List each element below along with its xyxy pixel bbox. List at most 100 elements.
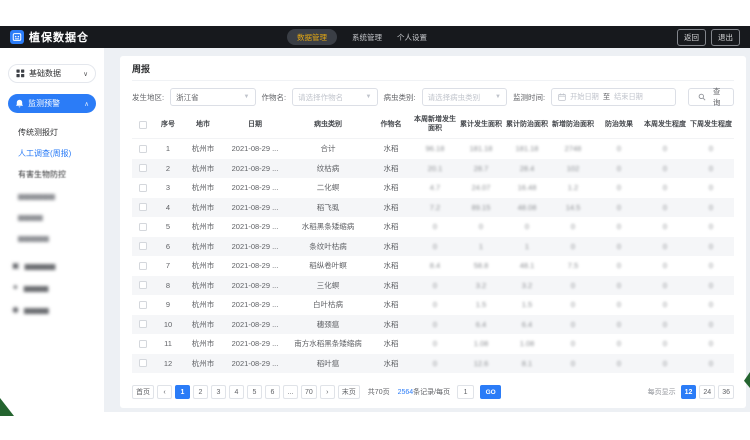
row-checkbox[interactable] [139,281,147,289]
row-checkbox-cell [132,354,154,372]
row-checkbox[interactable] [139,223,147,231]
value-cell: 0 [412,222,458,231]
page-title: 周报 [132,62,150,75]
search-button-label: 查询 [709,86,724,108]
sidebar-footer-item[interactable]: ✦▅▅▅▅ [0,276,104,298]
value-cell: 0 [550,242,596,251]
value-cell: 0 [596,242,642,251]
table-row: 8杭州市2021-08-29 ...三化螟水稻03.23.20000 [132,276,734,296]
sidebar-item[interactable]: ▅▅▅▅ [0,206,104,227]
first-page-button[interactable]: 首页 [132,385,154,399]
crop-filter-label: 作物名: [262,92,287,103]
goto-page-input[interactable] [457,385,474,399]
row-checkbox[interactable] [139,203,147,211]
page-size-button-36[interactable]: 36 [718,385,734,399]
go-button[interactable]: GO [480,385,501,399]
back-button[interactable]: 返回 [677,29,706,46]
sidebar-group-label: 监测预警 [28,98,60,109]
row-checkbox[interactable] [139,184,147,192]
sidebar-item[interactable]: ▅▅▅▅▅▅ [0,185,104,206]
city-cell: 杭州市 [182,319,224,330]
sidebar-item[interactable]: 传统测报灯 [0,122,104,143]
pest-select[interactable]: 请选择病虫类别 ▼ [422,88,507,106]
top-nav: 数据管理 系统管理 个人设置 [287,26,427,48]
next-page-button[interactable]: › [320,385,335,399]
row-checkbox[interactable] [139,242,147,250]
crop-cell: 水稻 [370,202,412,213]
crop-select[interactable]: 请选择作物名 ▼ [292,88,377,106]
records-suffix: 条记录/每页 [413,389,450,396]
row-checkbox[interactable] [139,320,147,328]
value-cell: 0 [596,183,642,192]
sidebar-group-monitoring-warning[interactable]: 监测预警 ∧ [8,94,96,113]
app-logo-icon [10,30,24,44]
logout-button[interactable]: 退出 [711,29,740,46]
page-button-3[interactable]: 3 [211,385,226,399]
value-cell: 0 [688,144,734,153]
row-checkbox[interactable] [139,301,147,309]
value-cell: 2748 [550,144,596,153]
page-button-1[interactable]: 1 [175,385,190,399]
region-select[interactable]: 浙江省 ▼ [170,88,255,106]
row-checkbox[interactable] [139,340,147,348]
select-all-checkbox[interactable] [139,121,147,129]
value-cell: 0 [642,242,688,251]
page-number-buttons: 123456 [175,385,280,399]
sidebar-footer-item[interactable]: ▣▅▅▅▅▅ [0,254,104,276]
row-checkbox[interactable] [139,359,147,367]
monitor-icon: ▣ [12,261,20,270]
nav-item-link[interactable]: 个人设置 [397,32,427,43]
row-checkbox[interactable] [139,262,147,270]
date-cell: 2021-08-29 ... [224,281,286,290]
row-checkbox[interactable] [139,164,147,172]
date-cell: 2021-08-29 ... [224,183,286,192]
table-header-row: 序号地市日期病虫类别作物名本周新增发生面积累计发生面积累计防治面积新增防治面积防… [132,112,734,139]
pest-name-cell: 三化螟 [286,280,370,291]
prev-page-button[interactable]: ‹ [157,385,172,399]
value-cell: 1.2 [550,183,596,192]
value-cell: 28.7 [458,164,504,173]
sidebar-item[interactable]: ▅▅▅▅▅ [0,227,104,248]
sidebar-item[interactable]: 人工调查(周报) [0,143,104,164]
row-index-cell: 9 [154,300,182,309]
value-cell: 1.08 [458,339,504,348]
table-row: 9杭州市2021-08-29 ...白叶枯病水稻01.51.50000 [132,295,734,315]
page-button-5[interactable]: 5 [247,385,262,399]
page-size-button-24[interactable]: 24 [699,385,715,399]
last-page-button[interactable]: 末页 [338,385,360,399]
page-size-button-12[interactable]: 12 [681,385,697,399]
value-cell: 0 [688,300,734,309]
sidebar-group-basic-data[interactable]: 基础数据 ∨ [8,64,96,83]
nav-item-active[interactable]: 数据管理 [287,29,337,45]
filter-bar: 发生地区: 浙江省 ▼ 作物名: 请选择作物名 ▼ 病虫类别: 请选择病虫类别 … [132,82,734,112]
row-index-cell: 12 [154,359,182,368]
search-button[interactable]: 查询 [688,88,734,106]
sidebar-footer-item[interactable]: ◉▅▅▅▅ [0,298,104,320]
page-button-6[interactable]: 6 [265,385,280,399]
value-cell: 0 [596,300,642,309]
row-index-cell: 6 [154,242,182,251]
table-row: 5杭州市2021-08-29 ...水稻黑条矮缩病水稻0000000 [132,217,734,237]
page-size-group: 每页显示 122436 [648,385,734,399]
last-page-number-button[interactable]: 70 [301,385,317,399]
value-cell: 0 [642,164,688,173]
date-cell: 2021-08-29 ... [224,203,286,212]
page-ellipsis-button[interactable]: ... [283,385,298,399]
city-cell: 杭州市 [182,182,224,193]
date-range-input[interactable]: 开始日期 至 结束日期 [551,88,676,106]
row-index-cell: 10 [154,320,182,329]
column-header: 累计防治面积 [504,121,550,130]
row-checkbox-cell [132,257,154,275]
page-button-2[interactable]: 2 [193,385,208,399]
row-checkbox[interactable] [139,145,147,153]
row-checkbox-cell [132,179,154,197]
value-cell: 0 [412,320,458,329]
table-row: 10杭州市2021-08-29 ...穗颈瘟水稻06.46.40000 [132,315,734,335]
row-checkbox-cell [132,237,154,255]
app-logo: 植保数据仓 [10,29,89,45]
nav-item-link[interactable]: 系统管理 [352,32,382,43]
value-cell: 0 [412,339,458,348]
row-checkbox-cell [132,276,154,294]
page-button-4[interactable]: 4 [229,385,244,399]
sidebar-item[interactable]: 有害生物防控 [0,164,104,185]
